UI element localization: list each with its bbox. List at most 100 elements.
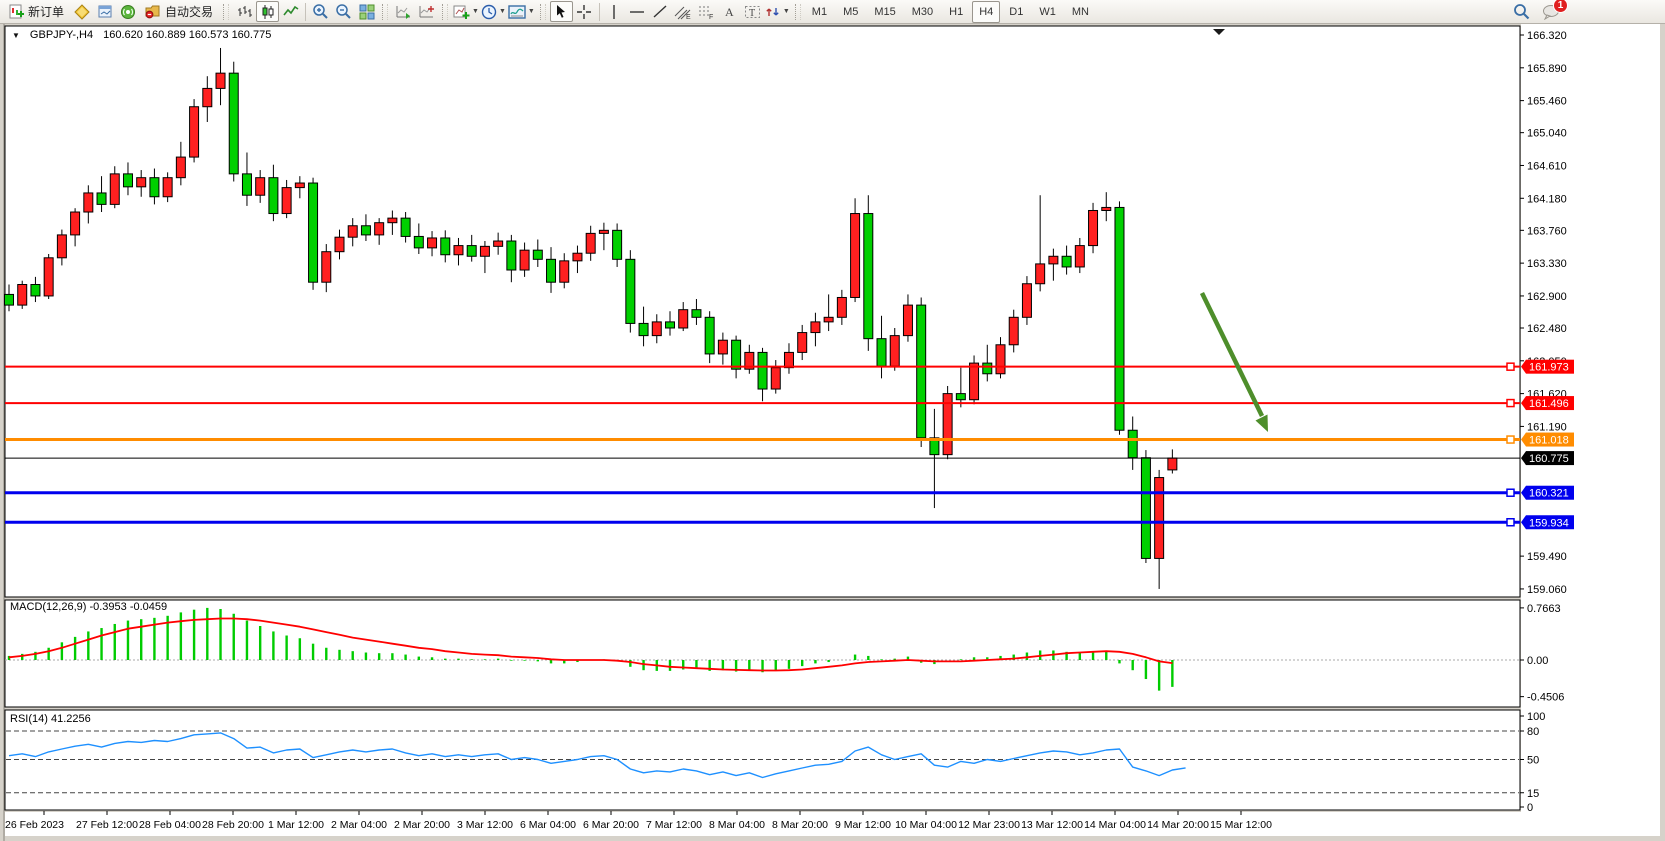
candle-body bbox=[983, 363, 992, 374]
time-axis-label: 9 Mar 12:00 bbox=[835, 819, 891, 831]
bar-chart-mode-button[interactable] bbox=[233, 1, 256, 22]
chart-shift-button[interactable] bbox=[415, 1, 438, 22]
candle-body bbox=[1128, 430, 1137, 457]
candle-body bbox=[903, 305, 912, 336]
text-tool-button[interactable]: A bbox=[718, 1, 741, 22]
candle-body bbox=[547, 259, 556, 282]
line-handle[interactable] bbox=[1507, 489, 1514, 496]
chevron-down-icon: ▼ bbox=[472, 8, 479, 15]
macd-histogram-bar bbox=[206, 608, 208, 660]
add-indicator-button[interactable]: ▼ bbox=[452, 1, 480, 22]
line-chart-icon bbox=[283, 4, 299, 20]
candle-body bbox=[1075, 246, 1084, 267]
arrows-tool-button[interactable]: ▼ bbox=[764, 1, 791, 22]
chart-window-button[interactable] bbox=[93, 1, 116, 22]
zoom-out-button[interactable] bbox=[332, 1, 355, 22]
time-axis-label: 2 Mar 20:00 bbox=[394, 819, 450, 831]
candle-body bbox=[322, 252, 331, 283]
timeframe-button-M15[interactable]: M15 bbox=[867, 1, 902, 23]
price-axis-label: 163.760 bbox=[1527, 225, 1567, 237]
macd-histogram-bar bbox=[880, 659, 882, 660]
timeframe-button-M1[interactable]: M1 bbox=[805, 1, 834, 23]
price-axis-label: 166.320 bbox=[1527, 30, 1567, 42]
macd-histogram-bar bbox=[87, 631, 89, 660]
periodicity-button[interactable]: ▼ bbox=[480, 1, 507, 22]
notifications-button[interactable]: 1 bbox=[1539, 1, 1562, 22]
timeframe-button-M5[interactable]: M5 bbox=[836, 1, 865, 23]
svg-text:A: A bbox=[725, 5, 734, 19]
macd-histogram-bar bbox=[1132, 660, 1134, 670]
market-watch-button[interactable] bbox=[70, 1, 93, 22]
symbol-dropdown-icon[interactable]: ▼ bbox=[12, 31, 20, 40]
price-axis-label: 161.190 bbox=[1527, 421, 1567, 433]
macd-histogram-bar bbox=[325, 648, 327, 660]
price-axis-label: 165.460 bbox=[1527, 96, 1567, 108]
tile-windows-button[interactable] bbox=[355, 1, 378, 22]
price-axis-label: 159.490 bbox=[1527, 551, 1567, 563]
auto-trading-button[interactable]: 自动交易 bbox=[139, 1, 219, 22]
timeframe-button-MN[interactable]: MN bbox=[1065, 1, 1096, 23]
candle-body bbox=[1036, 264, 1045, 284]
candlestick-mode-button[interactable] bbox=[256, 1, 279, 22]
zoom-in-button[interactable] bbox=[309, 1, 332, 22]
candle-body bbox=[679, 310, 688, 328]
auto-scroll-button[interactable] bbox=[392, 1, 415, 22]
line-handle[interactable] bbox=[1507, 363, 1514, 370]
candle-body bbox=[309, 183, 318, 282]
fibonacci-icon: F bbox=[697, 4, 715, 20]
time-axis-label: 1 Mar 12:00 bbox=[268, 819, 324, 831]
candle-body bbox=[480, 246, 489, 256]
candle-body bbox=[652, 322, 661, 336]
equidistant-channel-tool-button[interactable]: E bbox=[672, 1, 695, 22]
signals-button[interactable] bbox=[116, 1, 139, 22]
macd-histogram-bar bbox=[114, 624, 116, 660]
fibonacci-tool-button[interactable]: F bbox=[695, 1, 718, 22]
macd-histogram-bar bbox=[127, 621, 129, 660]
candle-body bbox=[361, 226, 370, 235]
candle-body bbox=[533, 250, 542, 259]
cursor-icon bbox=[554, 4, 568, 19]
timeframe-button-M30[interactable]: M30 bbox=[905, 1, 940, 23]
time-axis-label: 27 Feb 12:00 bbox=[76, 819, 138, 831]
templates-button[interactable]: ▼ bbox=[507, 1, 536, 22]
vertical-line-tool-button[interactable] bbox=[603, 1, 626, 22]
line-chart-mode-button[interactable] bbox=[279, 1, 302, 22]
macd-histogram-bar bbox=[1171, 660, 1173, 687]
macd-panel[interactable] bbox=[5, 600, 1520, 707]
chart-title: ▼ GBPJPY-,H4 160.620 160.889 160.573 160… bbox=[12, 29, 271, 41]
search-button[interactable] bbox=[1510, 1, 1533, 22]
candle-body bbox=[666, 322, 675, 328]
macd-histogram-bar bbox=[47, 648, 49, 660]
cursor-tool-button[interactable] bbox=[550, 1, 573, 22]
candle-body bbox=[176, 157, 185, 178]
candle-body bbox=[837, 297, 846, 317]
candle-body bbox=[335, 237, 344, 251]
timeframe-button-D1[interactable]: D1 bbox=[1002, 1, 1030, 23]
candle-body bbox=[811, 322, 820, 333]
macd-histogram-bar bbox=[642, 660, 644, 670]
rsi-axis-label: 0 bbox=[1527, 802, 1533, 814]
timeframe-button-H4[interactable]: H4 bbox=[972, 1, 1000, 23]
line-handle[interactable] bbox=[1507, 436, 1514, 443]
time-axis-label: 15 Mar 12:00 bbox=[1210, 819, 1272, 831]
trendline-tool-button[interactable] bbox=[649, 1, 672, 22]
chart-symbol-period: GBPJPY-,H4 bbox=[30, 29, 93, 41]
candle-body bbox=[917, 305, 926, 438]
candle-body bbox=[71, 212, 80, 235]
timeframe-button-W1[interactable]: W1 bbox=[1032, 1, 1063, 23]
candle-body bbox=[996, 345, 1005, 374]
timeframe-group: M1M5M15M30H1H4D1W1MN bbox=[805, 1, 1096, 23]
horizontal-line-tool-button[interactable] bbox=[626, 1, 649, 22]
candle-body bbox=[1009, 317, 1018, 344]
timeframe-button-H1[interactable]: H1 bbox=[942, 1, 970, 23]
macd-histogram-bar bbox=[550, 660, 552, 663]
line-handle[interactable] bbox=[1507, 519, 1514, 526]
crosshair-tool-button[interactable] bbox=[573, 1, 596, 22]
candle-body bbox=[163, 178, 172, 197]
new-order-button[interactable]: 新订单 bbox=[3, 1, 70, 22]
macd-histogram-bar bbox=[193, 610, 195, 660]
chart-canvas[interactable]: 166.320165.890165.460165.040164.610164.1… bbox=[0, 0, 1665, 841]
text-label-tool-button[interactable]: T bbox=[741, 1, 764, 22]
time-axis-label: 2 Mar 04:00 bbox=[331, 819, 387, 831]
line-handle[interactable] bbox=[1507, 400, 1514, 407]
